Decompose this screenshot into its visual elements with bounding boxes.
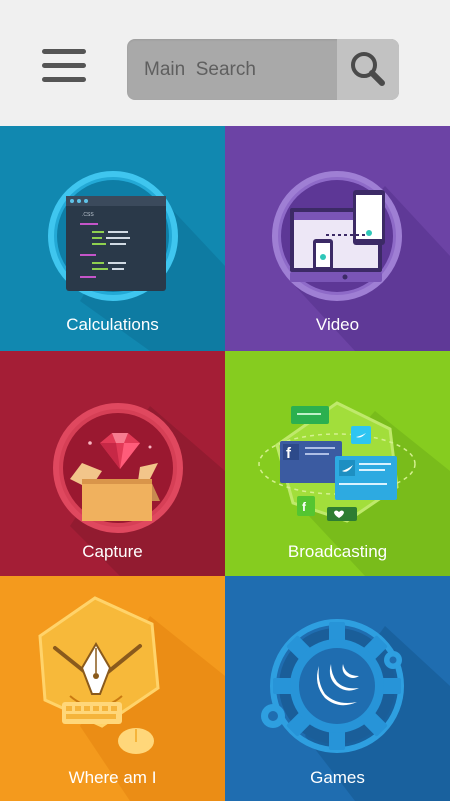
search-bar <box>127 39 399 100</box>
tile-capture[interactable]: Capture <box>0 351 225 576</box>
tile-label-capture: Capture <box>82 542 143 561</box>
search-button[interactable] <box>337 39 399 100</box>
tile-games[interactable]: Games <box>225 576 450 801</box>
tile-calculations[interactable]: .CSS Calculations <box>0 126 225 351</box>
tile-label-video: Video <box>315 315 360 334</box>
top-bar <box>0 0 450 126</box>
tile-label-broadcasting: Broadcasting <box>287 542 388 561</box>
tile-video[interactable]: Video <box>225 126 450 351</box>
tile-broadcasting[interactable]: f f Broadcasting <box>225 351 450 576</box>
code-tab-label: .CSS <box>82 212 94 218</box>
tile-label-calculations: Calculations <box>66 315 159 334</box>
tile-label-games: Games <box>310 768 365 787</box>
tile-where-am-i[interactable]: Where am I <box>0 576 225 801</box>
tile-label-where-am-i: Where am I <box>68 768 157 787</box>
hamburger-menu-icon[interactable] <box>42 49 86 83</box>
search-input[interactable] <box>144 39 344 100</box>
magnifier-icon <box>351 52 385 86</box>
